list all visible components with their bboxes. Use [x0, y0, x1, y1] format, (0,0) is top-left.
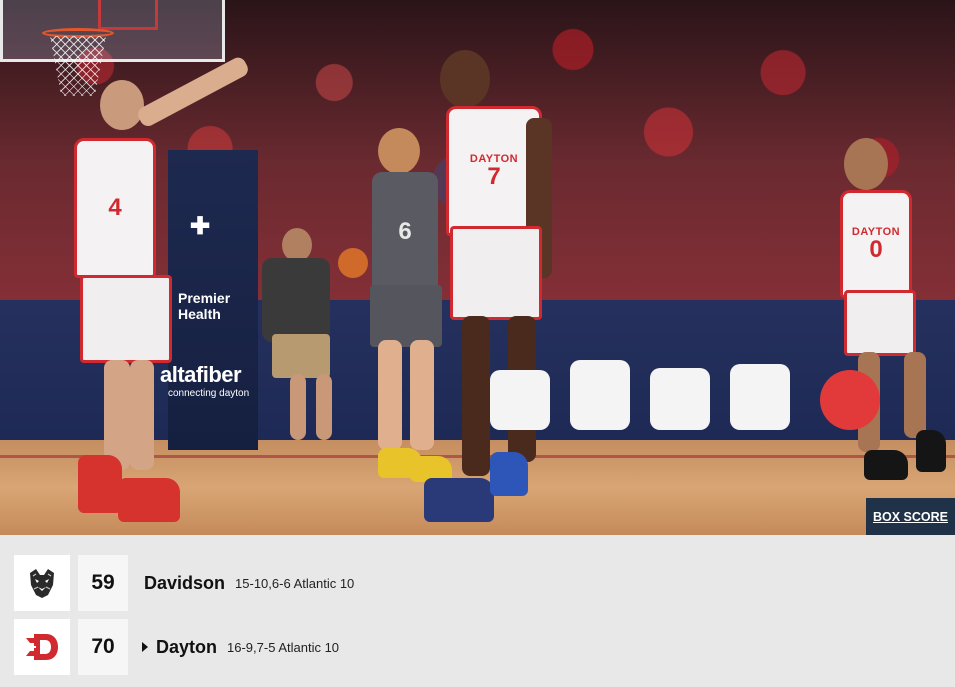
box-score-button[interactable]: BOX SCORE	[866, 498, 955, 535]
player-head	[100, 80, 144, 130]
player-head	[378, 128, 420, 174]
team-row-davidson[interactable]: 59 Davidson 15-10,6-6 Atlantic 10	[14, 555, 354, 611]
player-jersey: DAYTON 0	[840, 190, 912, 298]
basketball-icon	[338, 248, 368, 278]
pom-pom	[820, 370, 880, 430]
player-leg	[410, 340, 434, 450]
team-score: 70	[78, 619, 128, 675]
photographer-leg	[290, 374, 306, 440]
winner-arrow-icon	[142, 642, 148, 652]
jersey-number: 7	[487, 163, 501, 190]
player-shoe	[864, 450, 908, 480]
player-shoe	[78, 455, 122, 513]
photographer-head	[282, 228, 312, 262]
player-leg	[378, 340, 402, 450]
team-logo	[14, 619, 70, 675]
player-shoe	[424, 478, 494, 522]
cheerleader	[650, 368, 710, 430]
cheerleaders	[480, 360, 950, 440]
player-head	[844, 138, 888, 190]
davidson-wildcat-icon	[30, 569, 54, 598]
dayton-flyers-icon	[24, 634, 58, 660]
team-record: 15-10,6-6 Atlantic 10	[235, 575, 355, 591]
jersey-number: 6	[398, 218, 412, 245]
player-shorts	[370, 285, 442, 347]
player-shorts	[844, 290, 916, 356]
player-shoe	[490, 452, 528, 496]
player-shorts	[80, 275, 172, 363]
player-leg	[104, 360, 130, 470]
backboard-square	[98, 0, 158, 30]
team-record: 16-9,7-5 Atlantic 10	[227, 639, 340, 655]
ad-altafiber: altafiber	[160, 362, 242, 387]
team-score: 59	[78, 555, 128, 611]
player-head	[440, 50, 490, 108]
photographer-body	[262, 258, 330, 342]
photographer-shorts	[272, 334, 330, 378]
photographer-leg	[316, 374, 332, 440]
jersey-number: 4	[108, 194, 122, 221]
premier-health-logo-icon: ✚	[190, 213, 211, 240]
ad-premier-health: Premier Health	[178, 290, 231, 322]
player-jersey: 4	[74, 138, 156, 278]
player-jersey: 6	[372, 172, 438, 292]
jersey-number: 0	[869, 236, 883, 263]
player-leg	[130, 360, 154, 470]
team-name[interactable]: Davidson	[144, 573, 225, 594]
scoreboard: 59 Davidson 15-10,6-6 Atlantic 10 70 Day…	[0, 535, 955, 687]
team-logo	[14, 555, 70, 611]
cheerleader	[730, 364, 790, 430]
game-photo: ✚ Premier Health altafiber connecting da…	[0, 0, 955, 535]
team-row-dayton[interactable]: 70 Dayton 16-9,7-5 Atlantic 10	[14, 619, 339, 675]
player-shoe	[118, 478, 180, 522]
team-name[interactable]: Dayton	[156, 637, 217, 658]
ad-altafiber-tagline: connecting dayton	[168, 388, 250, 399]
cheerleader	[490, 370, 550, 430]
player-shorts	[450, 226, 542, 320]
cheerleader	[570, 360, 630, 430]
